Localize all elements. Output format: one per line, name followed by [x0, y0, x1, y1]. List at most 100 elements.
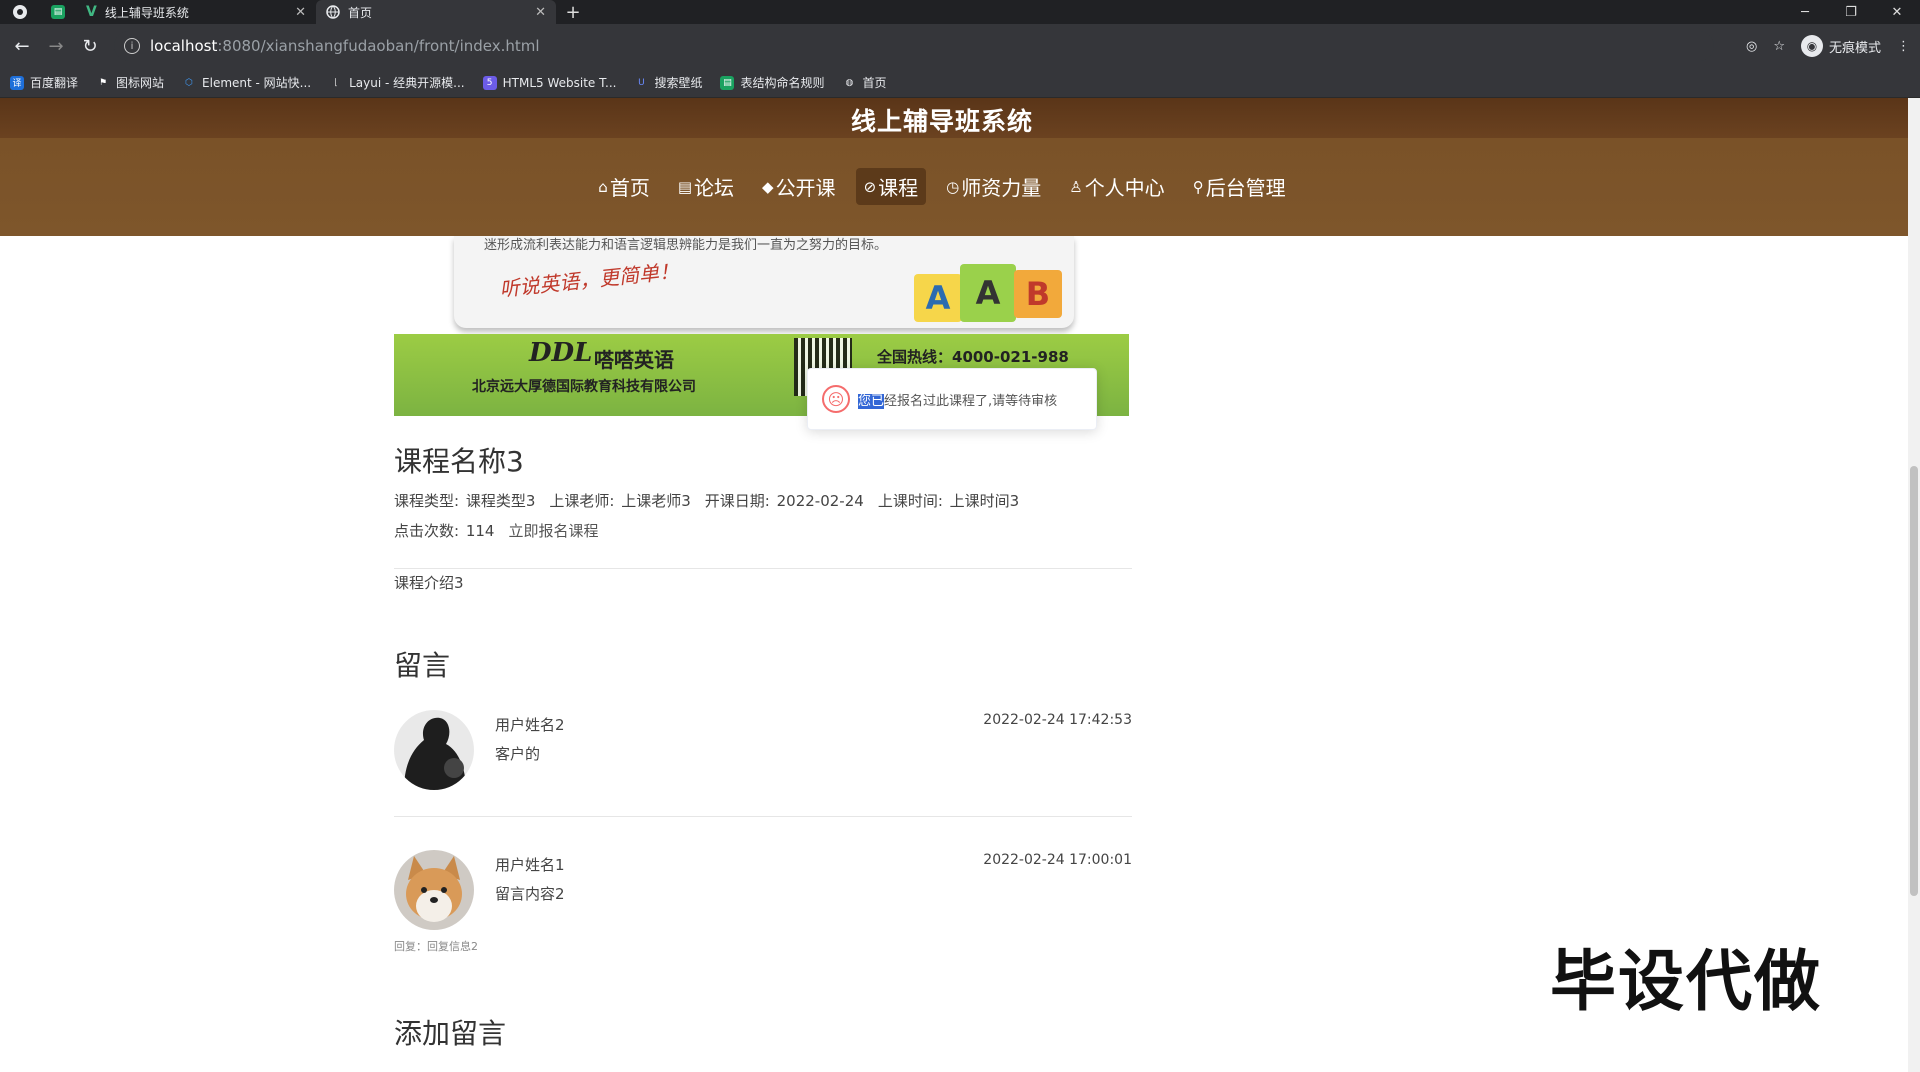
user-icon: ♙	[1069, 177, 1083, 196]
nav-label: 论坛	[694, 176, 735, 200]
nav-admin[interactable]: ⚲ 后台管理	[1185, 168, 1294, 205]
comment-user: 用户姓名2	[495, 716, 565, 734]
sheet-icon: ▤	[51, 5, 65, 19]
block: A	[914, 274, 962, 322]
nav-course[interactable]: ⊘ 课程	[855, 168, 927, 205]
info-icon[interactable]: i	[124, 38, 140, 54]
bookmark-label: 搜索壁纸	[654, 76, 703, 90]
teacher-label: 上课老师:	[549, 492, 615, 510]
scrollbar-thumb[interactable]	[1910, 466, 1918, 896]
comment-user: 用户姓名1	[495, 856, 565, 874]
course-intro: 课程介绍3	[394, 574, 464, 592]
page-viewport: 线上辅导班系统 ⌂ 首页 ▤ 论坛 ◆ 公开课 ⊘ 课程 ◷ 师资力量 ♙ 个人中心 ⚲ 后台…	[0, 98, 1908, 1072]
browser-tab-strip: ▤ V 线上辅导班系统 ✕ 首页 ✕ + ─ ❐ ✕	[0, 0, 1920, 24]
star-icon[interactable]: ☆	[1773, 39, 1785, 54]
url-host: localhost	[150, 37, 218, 55]
url-path: :8080/xianshangfudaoban/front/index.html	[217, 37, 540, 55]
element-icon: ⬡	[185, 77, 193, 88]
avatar-silhouette-image	[394, 710, 474, 790]
layui-icon: ⌊	[334, 77, 338, 88]
restore-icon[interactable]: ❐	[1828, 0, 1874, 24]
nav-teachers[interactable]: ◷ 师资力量	[938, 168, 1049, 205]
clicks-label: 点击次数:	[394, 522, 460, 540]
bookmark-item[interactable]: ⚑ 图标网站	[96, 74, 164, 91]
new-tab-button[interactable]: +	[556, 0, 590, 24]
comment-text: 客户的	[495, 745, 541, 763]
address-bar: ← → ↻ i localhost:8080/xianshangfudaoban…	[0, 24, 1920, 68]
bookmark-item[interactable]: ◍ 首页	[842, 74, 887, 91]
graduation-cap-icon: ◆	[762, 177, 774, 196]
tab-xianshang[interactable]: V 线上辅导班系统 ✕	[76, 0, 316, 24]
globe-icon	[326, 5, 340, 19]
tab-search-button[interactable]	[0, 0, 40, 24]
chrome-menu-icon	[13, 5, 27, 19]
tab-title: 首页	[348, 5, 373, 20]
class-time-value: 上课时间3	[949, 492, 1020, 510]
wallpaper-icon: U	[638, 77, 645, 88]
bookmark-label: 表结构命名规则	[740, 76, 825, 90]
course-title: 课程名称3	[394, 445, 524, 478]
html5-icon: 5	[482, 75, 497, 90]
url-field[interactable]: i localhost:8080/xianshangfudaoban/front…	[114, 31, 1714, 61]
course-meta-row: 课程类型: 课程类型3 上课老师: 上课老师3 开课日期: 2022-02-24…	[394, 490, 1019, 511]
close-icon[interactable]: ✕	[535, 5, 546, 20]
block: B	[1014, 270, 1062, 318]
translate-icon: 译	[10, 75, 24, 90]
power-icon: ◷	[946, 177, 960, 196]
page-scrollbar[interactable]	[1908, 98, 1920, 1072]
forward-button[interactable]: →	[40, 30, 72, 62]
brand-name: 嗒嗒英语	[594, 348, 674, 372]
bookmark-item[interactable]: ⌊ Layui - 经典开源模...	[329, 74, 464, 91]
course-meta-row-2: 点击次数: 114 立即报名课程	[394, 520, 599, 541]
bookmark-item[interactable]: 5 HTML5 Website T...	[482, 75, 616, 90]
selected-text: 您已	[858, 393, 885, 409]
main-nav: ⌂ 首页 ▤ 论坛 ◆ 公开课 ⊘ 课程 ◷ 师资力量 ♙ 个人中心 ⚲ 后台管理	[0, 168, 1884, 205]
avatar	[394, 710, 474, 790]
start-date-value: 2022-02-24	[776, 492, 864, 510]
divider	[394, 568, 1132, 569]
bookmark-item[interactable]: U 搜索壁纸	[634, 74, 702, 91]
bookmark-item[interactable]: 译百度翻译	[10, 74, 78, 91]
divider	[394, 816, 1132, 817]
course-type-label: 课程类型:	[394, 492, 460, 510]
bookmark-item[interactable]: ▤ 表结构命名规则	[720, 74, 824, 91]
comment-text: 留言内容2	[495, 885, 565, 903]
bookmark-label: 百度翻译	[30, 76, 79, 90]
nav-home[interactable]: ⌂ 首页	[590, 168, 658, 205]
comments-title: 留言	[394, 649, 451, 682]
close-window-icon[interactable]: ✕	[1874, 0, 1920, 24]
avatar	[394, 850, 474, 930]
nav-open-course[interactable]: ◆ 公开课	[754, 168, 844, 205]
hotline: 全国热线：4000-021-988	[877, 348, 1069, 366]
nav-forum[interactable]: ▤ 论坛	[670, 168, 742, 205]
eye-off-icon[interactable]: ◎	[1746, 39, 1757, 54]
back-button[interactable]: ←	[6, 30, 38, 62]
teacher-value: 上课老师3	[621, 492, 691, 510]
forum-icon: ▤	[677, 177, 693, 196]
more-menu-icon[interactable]: ⋮	[1897, 39, 1910, 54]
window-controls: ─ ❐ ✕	[1782, 0, 1920, 24]
incognito-badge[interactable]: ◉ 无痕模式	[1800, 35, 1881, 57]
comment-time: 2022-02-24 17:00:01	[983, 852, 1132, 868]
enroll-course-link[interactable]: 立即报名课程	[508, 520, 598, 541]
reload-button[interactable]: ↻	[74, 30, 106, 62]
nav-personal-center[interactable]: ♙ 个人中心	[1061, 168, 1172, 205]
bookmark-item[interactable]: ⬡ Element - 网站快...	[182, 74, 311, 91]
bookmark-label: Element - 网站快...	[202, 76, 312, 90]
course-type-value: 课程类型3	[465, 492, 536, 510]
sad-face-icon: ☹	[822, 385, 850, 413]
minimize-icon[interactable]: ─	[1782, 0, 1828, 24]
banner-handwriting: 听说英语，更简单！	[498, 258, 680, 302]
incognito-label: 无痕模式	[1828, 40, 1881, 56]
site-title: 线上辅导班系统	[850, 107, 1033, 136]
start-date-label: 开课日期:	[704, 492, 770, 510]
error-toast: ☹ 您已经报名过此课程了,请等待审核	[807, 368, 1097, 430]
nav-label: 首页	[609, 176, 650, 200]
incognito-icon: ◉	[1800, 35, 1823, 57]
pinned-tab[interactable]: ▤	[40, 0, 76, 24]
course-icon: ⊘	[863, 177, 877, 196]
close-icon[interactable]: ✕	[295, 5, 306, 20]
tab-home[interactable]: 首页 ✕	[316, 0, 556, 24]
tab-title: 线上辅导班系统	[104, 5, 189, 20]
nav-label: 师资力量	[961, 176, 1042, 200]
